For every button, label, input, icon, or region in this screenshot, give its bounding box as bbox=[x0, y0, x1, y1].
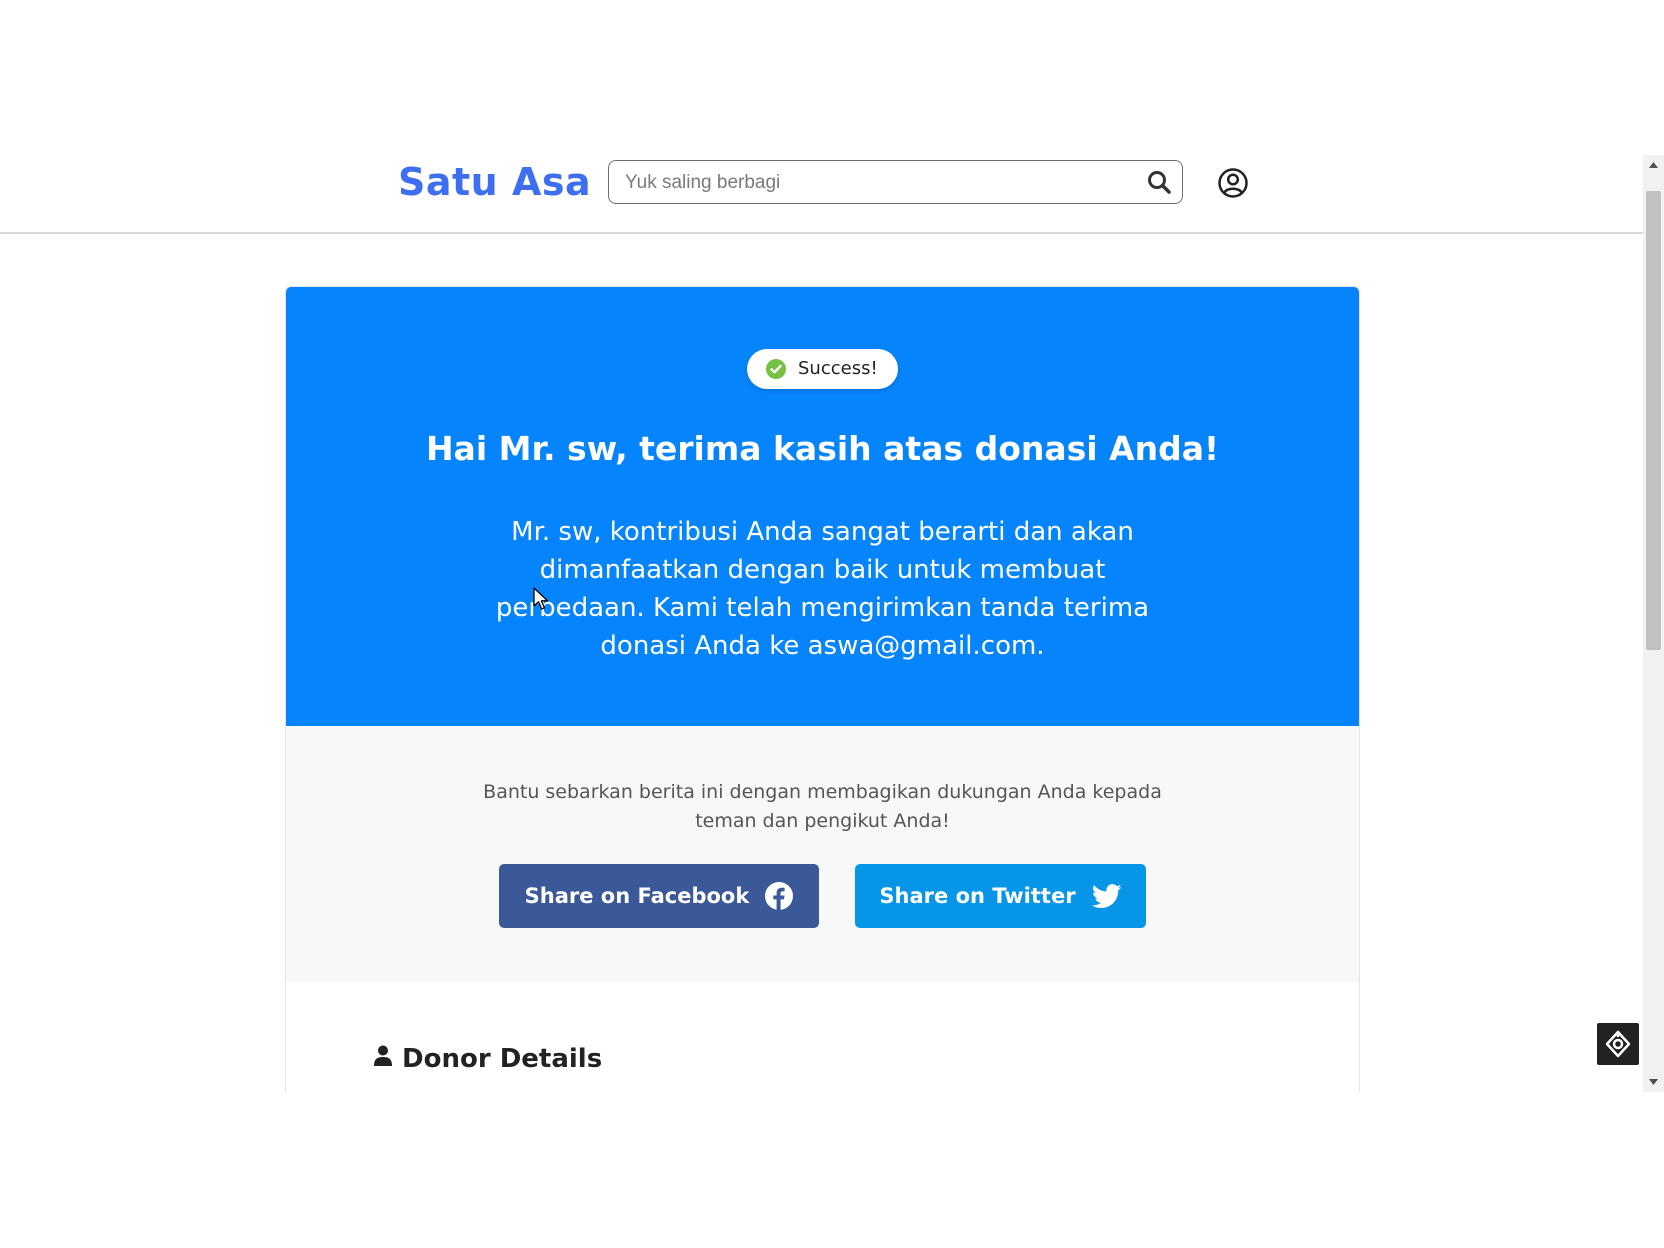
donation-success-card: Success! Hai Mr. sw, terima kasih atas d… bbox=[285, 286, 1360, 1092]
site-logo[interactable]: Satu Asa bbox=[398, 160, 591, 204]
search-icon[interactable] bbox=[1146, 169, 1172, 195]
search-input[interactable] bbox=[623, 161, 1127, 204]
site-header: Satu Asa bbox=[0, 155, 1643, 234]
twitter-icon bbox=[1091, 883, 1122, 909]
check-circle-icon bbox=[766, 359, 786, 379]
share-facebook-button[interactable]: Share on Facebook bbox=[499, 864, 819, 928]
share-twitter-label: Share on Twitter bbox=[879, 884, 1076, 908]
mouse-cursor-icon bbox=[533, 587, 549, 611]
success-badge: Success! bbox=[747, 349, 898, 389]
user-icon bbox=[374, 1044, 392, 1074]
share-prompt: Bantu sebarkan berita ini dengan membagi… bbox=[483, 781, 1162, 832]
user-circle-icon[interactable] bbox=[1217, 167, 1249, 199]
search-box bbox=[608, 160, 1183, 204]
vertical-scrollbar[interactable] bbox=[1643, 155, 1664, 1092]
share-section: Bantu sebarkan berita ini dengan membagi… bbox=[286, 726, 1359, 982]
scroll-up-arrow-icon[interactable] bbox=[1643, 155, 1664, 175]
donor-details-heading: Donor Details bbox=[374, 1044, 602, 1074]
browser-viewport: Satu Asa Yuk saling berbagi Success! Hai… bbox=[0, 155, 1664, 1092]
share-twitter-button[interactable]: Share on Twitter bbox=[855, 864, 1146, 928]
scrollbar-thumb[interactable] bbox=[1646, 191, 1661, 650]
donor-details-label: Donor Details bbox=[402, 1044, 603, 1074]
success-badge-label: Success! bbox=[798, 358, 878, 379]
floating-action-icon[interactable] bbox=[1597, 1023, 1639, 1065]
scroll-down-arrow-icon[interactable] bbox=[1643, 1072, 1664, 1092]
thank-you-message: Mr. sw, kontribusi Anda sangat berarti d… bbox=[495, 517, 1150, 661]
share-facebook-label: Share on Facebook bbox=[524, 884, 750, 908]
thank-you-title: Hai Mr. sw, terima kasih atas donasi And… bbox=[425, 429, 1220, 468]
success-hero: Success! Hai Mr. sw, terima kasih atas d… bbox=[286, 287, 1359, 726]
facebook-icon bbox=[765, 882, 794, 910]
